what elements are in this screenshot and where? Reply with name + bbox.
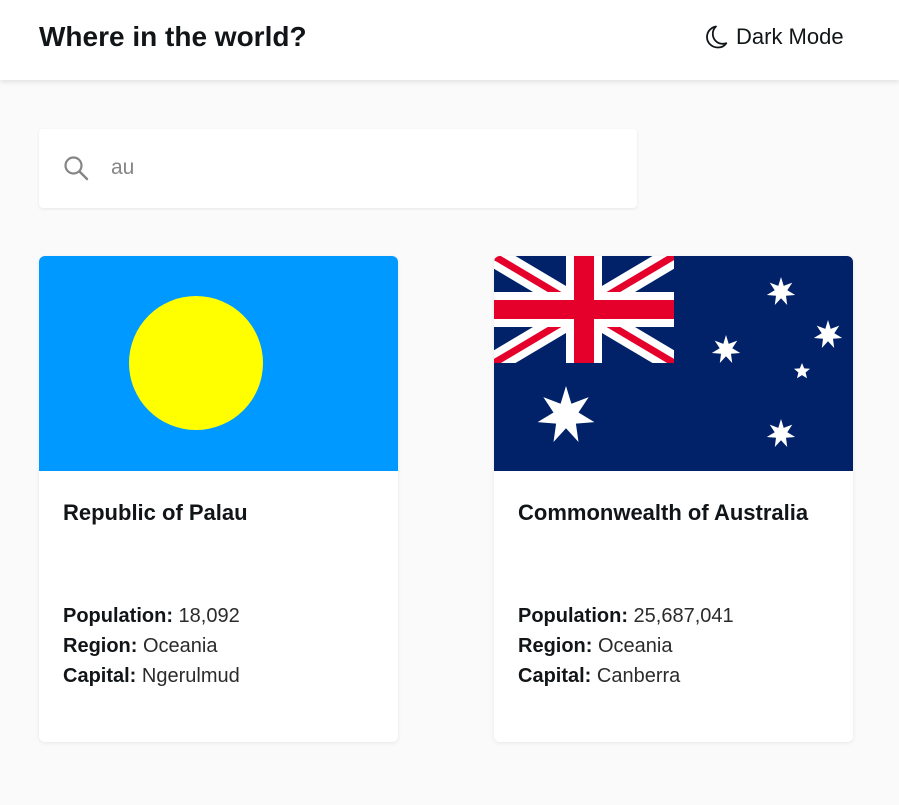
population-label: Population: bbox=[63, 605, 173, 627]
capital-label: Capital: bbox=[63, 665, 137, 687]
population-row: Population: 25,687,041 bbox=[518, 601, 838, 631]
app-header: Where in the world? Dark Mode bbox=[0, 0, 899, 80]
search-box[interactable] bbox=[39, 129, 637, 208]
country-name: Commonwealth of Australia bbox=[518, 500, 809, 525]
population-value: 25,687,041 bbox=[633, 605, 734, 627]
region-row: Region: Oceania bbox=[63, 631, 383, 661]
search-icon bbox=[63, 155, 89, 186]
region-row: Region: Oceania bbox=[518, 631, 838, 661]
app-title: Where in the world? bbox=[39, 21, 307, 52]
capital-row: Capital: Ngerulmud bbox=[63, 661, 383, 691]
palau-flag bbox=[39, 256, 398, 471]
capital-value: Canberra bbox=[596, 665, 681, 687]
country-card[interactable]: Republic of Palau Population: 18,092 Reg… bbox=[39, 256, 398, 742]
search-input[interactable] bbox=[111, 148, 611, 188]
population-label: Population: bbox=[518, 605, 628, 627]
capital-row: Capital: Canberra bbox=[518, 661, 838, 691]
population-value: 18,092 bbox=[178, 605, 240, 627]
capital-value: Ngerulmud bbox=[141, 665, 240, 687]
capital-label: Capital: bbox=[518, 665, 592, 687]
country-name: Republic of Palau bbox=[63, 500, 248, 525]
region-label: Region: bbox=[518, 635, 593, 657]
dark-mode-toggle[interactable]: Dark Mode bbox=[704, 22, 844, 52]
country-card[interactable]: Commonwealth of Australia Population: 25… bbox=[494, 256, 853, 742]
region-label: Region: bbox=[63, 635, 138, 657]
moon-icon bbox=[704, 24, 728, 50]
population-row: Population: 18,092 bbox=[63, 601, 383, 631]
dark-mode-label: Dark Mode bbox=[736, 24, 844, 49]
region-value: Oceania bbox=[143, 635, 218, 657]
australia-flag bbox=[494, 256, 853, 471]
region-value: Oceania bbox=[598, 635, 673, 657]
